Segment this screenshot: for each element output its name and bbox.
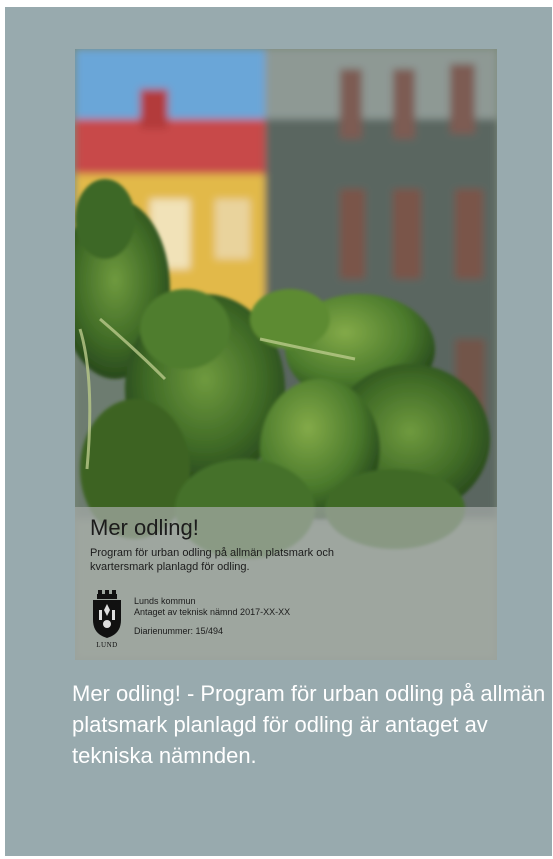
cover-diary-number: Diarienummer: 15/494 xyxy=(134,626,224,636)
lund-logo-label: LUND xyxy=(96,641,118,649)
cover-title: Mer odling! xyxy=(90,515,199,540)
news-caption-link[interactable]: Mer odling! - Program för urban odling p… xyxy=(72,678,547,771)
lund-coat-of-arms-icon xyxy=(93,590,121,638)
cover-meta: Lunds kommun Antaget av teknisk nämnd 20… xyxy=(134,596,290,637)
news-card[interactable]: Mer odling! Program för urban odling på … xyxy=(5,7,552,856)
cover-organization: Lunds kommun xyxy=(134,596,196,606)
cover-subtitle: Program för urban odling på allmän plats… xyxy=(90,547,334,573)
cover-adopted: Antaget av teknisk nämnd 2017-XX-XX xyxy=(134,607,291,617)
document-cover-image[interactable]: Mer odling! Program för urban odling på … xyxy=(75,49,497,660)
